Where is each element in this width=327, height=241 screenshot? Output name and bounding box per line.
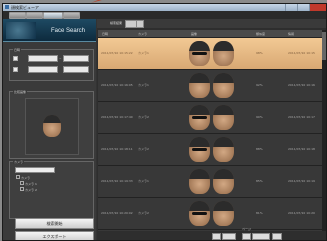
result-face-image: [189, 73, 210, 98]
result-face-image: [189, 169, 210, 194]
reference-face-box[interactable]: [25, 98, 79, 155]
column-header-info[interactable]: 情報: [288, 32, 294, 36]
reference-face-image: [43, 115, 61, 137]
table-row[interactable]: 2011/07/10 10:15:22 カメラ1 98% 2011/07/10 …: [98, 38, 322, 70]
app-window: 顔検索ビューア Face Search 日時 ~ 比較画像 カメラ カメラ カメ…: [2, 3, 327, 241]
table-row[interactable]: 2011/07/10 10:16:05 カメラ1 92% 2011/07/10 …: [98, 70, 322, 102]
table-row[interactable]: 2011/07/10 10:17:40 カメラ2 90% 2011/07/10 …: [98, 102, 322, 134]
face-image-group: 比較画像: [9, 90, 94, 159]
result-face-image: [189, 105, 210, 130]
tree-item-camera-1[interactable]: カメラ 1: [20, 181, 37, 186]
toolbar: [3, 11, 326, 19]
result-face-image: [213, 137, 234, 162]
page-number-field[interactable]: [222, 233, 236, 240]
pager-label: ページ: [242, 227, 251, 231]
camera-panel-label: カメラ: [13, 160, 25, 164]
results-toolbar-button-2[interactable]: [136, 20, 144, 28]
toolbar-button-4[interactable]: [63, 12, 80, 19]
tree-item-root[interactable]: カメラ: [16, 175, 30, 180]
table-row[interactable]: 2011/07/10 10:18:11 カメラ2 88% 2011/07/10 …: [98, 134, 322, 166]
sidebar: Face Search 日時 ~ 比較画像 カメラ カメラ カメラ 1 カメラ …: [3, 19, 96, 240]
maximize-button[interactable]: [297, 4, 309, 11]
vertical-scrollbar[interactable]: [322, 30, 326, 231]
close-button[interactable]: [309, 4, 326, 11]
prev-page-button[interactable]: [212, 233, 221, 240]
results-table: 日時 カメラ 画像 類似度 情報 2011/07/10 10:15:22 カメラ…: [98, 30, 322, 231]
result-face-image: [213, 73, 234, 98]
result-face-image: [189, 137, 210, 162]
toolbar-button-2[interactable]: [26, 12, 43, 19]
next-page-button[interactable]: [242, 233, 251, 240]
result-face-image: [213, 201, 234, 226]
from-time-field[interactable]: [63, 55, 89, 62]
page-title: Face Search: [51, 28, 86, 34]
from-date-field[interactable]: [28, 55, 58, 62]
table-row[interactable]: 2011/07/10 10:20:02 カメラ2 81% 2011/07/10 …: [98, 198, 322, 230]
date-label: 日時: [13, 48, 22, 52]
results-tab-label: 検索結果: [110, 21, 123, 25]
results-area: 検索結果 日時 カメラ 画像 類似度 情報 2011/07/10 10:15:2…: [97, 19, 326, 240]
table-header: 日時 カメラ 画像 類似度 情報: [98, 30, 322, 38]
header-graphic: [6, 22, 36, 39]
results-toolbar: 検索結果: [97, 19, 326, 28]
column-header-camera[interactable]: カメラ: [138, 32, 147, 36]
search-conditions-group: 日時 ~: [9, 48, 94, 81]
camera-dropdown[interactable]: [15, 167, 55, 173]
column-header-score[interactable]: 類似度: [256, 32, 265, 36]
minimize-button[interactable]: [285, 4, 297, 11]
scrollbar-thumb[interactable]: [322, 32, 326, 60]
tree-item-camera-2[interactable]: カメラ 2: [20, 187, 37, 192]
header-banner: Face Search: [3, 19, 96, 42]
result-face-image: [213, 105, 234, 130]
face-panel-label: 比較画像: [13, 90, 28, 94]
export-button[interactable]: エクスポート: [15, 231, 94, 240]
search-button[interactable]: 検索開始: [15, 218, 94, 229]
table-row[interactable]: 2011/07/10 10:19:33 カメラ1 85% 2011/07/10 …: [98, 166, 322, 198]
result-face-image: [189, 201, 210, 226]
toolbar-button-face-search[interactable]: [43, 12, 63, 19]
result-face-image: [213, 41, 234, 66]
result-face-image: [189, 41, 210, 66]
to-time-field[interactable]: [63, 66, 89, 73]
camera-group: カメラ カメラ カメラ 1 カメラ 2: [9, 160, 94, 219]
to-date-field[interactable]: [28, 66, 58, 73]
result-face-image: [213, 169, 234, 194]
column-header-time[interactable]: 日時: [102, 32, 108, 36]
app-icon: [5, 5, 9, 9]
date-checkbox-2[interactable]: [13, 67, 18, 72]
last-page-button[interactable]: [272, 233, 282, 240]
column-header-image[interactable]: 画像: [191, 32, 197, 36]
date-checkbox-1[interactable]: [13, 56, 18, 61]
total-pages-field: [252, 233, 270, 240]
title-bar: 顔検索ビューア: [3, 4, 326, 11]
toolbar-button-1[interactable]: [9, 12, 26, 19]
